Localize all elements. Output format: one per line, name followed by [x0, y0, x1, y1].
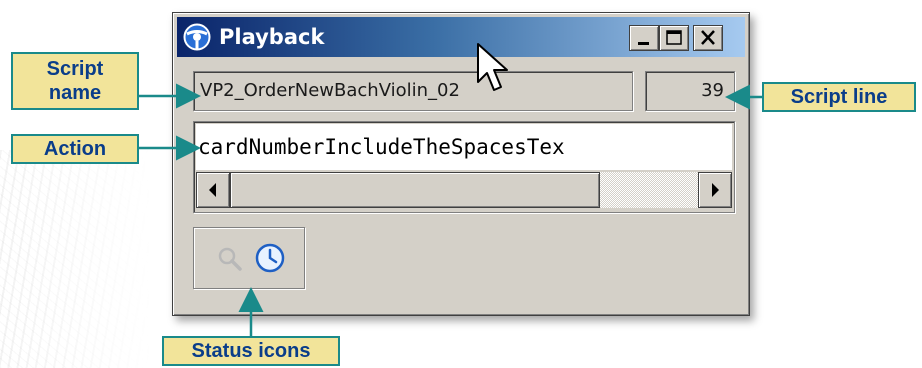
mouse-cursor-icon: [477, 43, 508, 91]
annotated-screenshot: Playback VP2_OrderNewBachViolin_02 39 ca…: [0, 0, 922, 368]
scroll-left-button[interactable]: [196, 172, 230, 208]
script-name-field: VP2_OrderNewBachViolin_02: [193, 71, 633, 111]
maximize-button[interactable]: [659, 25, 689, 51]
callout-status-icons: Status icons: [162, 336, 340, 366]
maximize-icon: [666, 30, 682, 45]
arrow-right-icon: [712, 183, 719, 197]
minimize-icon: [638, 42, 649, 45]
close-icon: [701, 30, 715, 45]
callout-script-name: Script name: [11, 52, 139, 110]
script-line-field: 39: [645, 71, 735, 111]
playback-app-icon: [183, 23, 211, 51]
title-bar[interactable]: Playback: [177, 17, 745, 57]
arrow-left-icon: [209, 183, 216, 197]
scroll-thumb[interactable]: [230, 172, 600, 208]
window-title: Playback: [219, 25, 325, 49]
callout-script-line: Script line: [762, 82, 916, 112]
action-field: cardNumberIncludeTheSpacesTex: [193, 121, 735, 213]
minimize-button[interactable]: [629, 25, 659, 51]
playback-window: Playback VP2_OrderNewBachViolin_02 39 ca…: [172, 12, 750, 316]
scroll-right-button[interactable]: [698, 172, 732, 208]
action-text: cardNumberIncludeTheSpacesTex: [196, 124, 732, 170]
clock-icon: [255, 243, 285, 273]
horizontal-scrollbar[interactable]: [196, 172, 732, 208]
close-button[interactable]: [693, 25, 723, 51]
status-icons-panel: [193, 227, 305, 289]
paper-texture: [0, 150, 150, 368]
callout-action: Action: [11, 134, 139, 164]
magnifier-icon: [218, 247, 242, 271]
